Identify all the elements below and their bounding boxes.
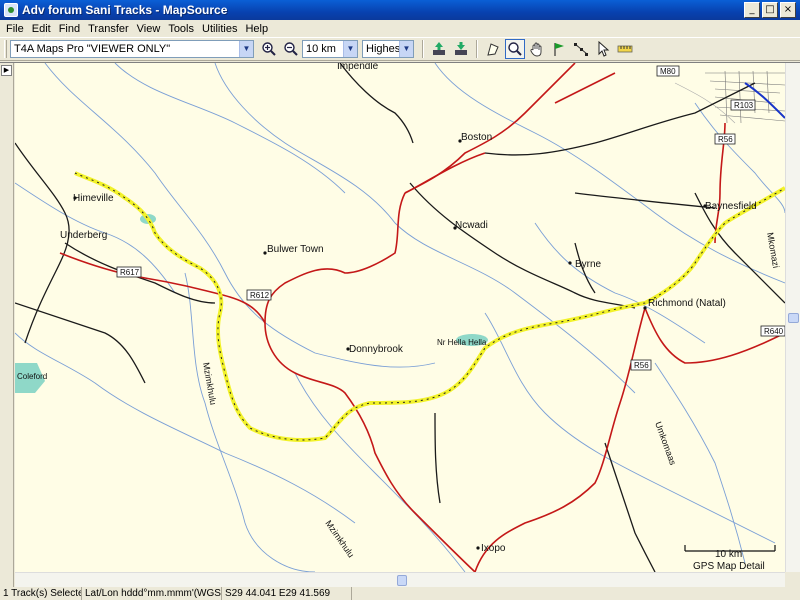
menu-bar: File Edit Find Transfer View Tools Utili… [0,20,800,37]
toolbar-separator [476,40,478,58]
mapsource-window: Adv forum Sani Tracks - MapSource _ □ × … [0,0,800,600]
measure-tool-icon[interactable] [615,39,635,59]
map-detail-label: GPS Map Detail [693,561,765,572]
place-label: Bulwer Town [267,244,324,255]
place-labels: Impendle Boston Himeville Underberg Bulw… [17,63,781,559]
place-label: Underberg [60,230,107,241]
waypoint-tool-icon[interactable] [549,39,569,59]
scale-bar: 10 km GPS Map Detail [684,545,776,572]
zoom-select[interactable]: 10 km ▼ [302,40,358,58]
place-label: Boston [461,132,492,143]
place-label: Ixopo [481,543,506,554]
map-svg[interactable]: Impendle Boston Himeville Underberg Bulw… [15,63,785,572]
chevron-down-icon[interactable]: ▼ [239,41,253,57]
toolbar: T4A Maps Pro "VIEWER ONLY" ▼ 10 km ▼ Hig… [0,37,800,61]
vertical-scroll-thumb[interactable] [788,313,799,323]
place-label: Byrne [575,259,602,270]
product-select[interactable]: T4A Maps Pro "VIEWER ONLY" ▼ [10,40,254,58]
road-shield: R640 [760,325,785,337]
map-canvas[interactable]: Impendle Boston Himeville Underberg Bulw… [15,63,785,572]
selection-tool-icon[interactable] [483,39,503,59]
horizontal-scrollbar[interactable] [15,572,785,587]
place-label: Mzimkhulu [323,518,356,559]
app-icon [4,3,18,17]
menu-help[interactable]: Help [241,23,272,35]
expand-panel-button[interactable]: ▶ [1,65,12,76]
zoom-tool-icon[interactable] [505,39,525,59]
scroll-corner [785,572,800,587]
place-label: Richmond (Natal) [648,298,726,309]
cursor-coordinates: S29 44.041 E29 41.569 [222,586,352,600]
maximize-button[interactable]: □ [762,2,778,18]
map-area: ▶ Impendle Boston Himeville Underberg Bu… [0,62,800,587]
road-shield: R612 [246,289,272,301]
main-roads [59,63,785,572]
road-shield: R103 [730,99,756,111]
svg-text:R640: R640 [764,327,784,336]
svg-text:M80: M80 [660,67,676,76]
position-format: Lat/Lon hddd°mm.mmm'(WGS 84) [82,586,222,600]
send-to-device-icon[interactable] [451,39,471,59]
menu-edit[interactable]: Edit [28,23,55,35]
menu-tools[interactable]: Tools [164,23,198,35]
horizontal-scroll-thumb[interactable] [397,575,407,586]
place-label: Himeville [73,193,114,204]
selection-status: 1 Track(s) Selected [0,586,82,600]
menu-utilities[interactable]: Utilities [198,23,241,35]
zoom-select-value: 10 km [306,43,336,55]
road-shield: R56 [714,133,736,145]
road-shield: M80 [656,65,680,77]
product-select-value: T4A Maps Pro "VIEWER ONLY" [14,43,171,55]
status-bar: 1 Track(s) Selected Lat/Lon hddd°mm.mmm'… [0,586,800,600]
menu-transfer[interactable]: Transfer [84,23,133,35]
road-shield: R617 [116,266,142,278]
urban-area [674,70,785,124]
place-label: Coleford [17,372,47,381]
svg-text:R56: R56 [634,361,649,370]
svg-text:R56: R56 [718,135,733,144]
left-panel-strip: ▶ [0,63,14,587]
place-label: Umkomaas [653,420,678,467]
detail-select[interactable]: Highest ▼ [362,40,414,58]
hand-tool-icon[interactable] [527,39,547,59]
road-shield: R56 [630,359,652,371]
toolbar-separator [422,40,424,58]
scale-label: 10 km [715,549,742,560]
place-label: Ncwadi [455,220,488,231]
zoom-in-icon[interactable] [259,39,279,59]
chevron-down-icon[interactable]: ▼ [343,41,357,57]
chevron-down-icon[interactable]: ▼ [399,41,413,57]
pointer-tool-icon[interactable] [593,39,613,59]
place-label: Nr Hella Hella [437,338,487,347]
menu-find[interactable]: Find [55,23,84,35]
place-label: Mkomazi [765,232,781,269]
vertical-scrollbar[interactable] [785,63,800,572]
minimize-button[interactable]: _ [744,2,760,18]
menu-file[interactable]: File [2,23,28,35]
detail-select-value: Highest [366,43,399,55]
title-bar[interactable]: Adv forum Sani Tracks - MapSource _ □ × [0,0,800,20]
place-label: Baynesfield [705,201,757,212]
close-button[interactable]: × [780,2,796,18]
place-label: Donnybrook [349,344,404,355]
window-controls: _ □ × [744,2,796,18]
status-filler [352,587,800,600]
svg-text:R617: R617 [120,268,140,277]
zoom-out-icon[interactable] [281,39,301,59]
window-title: Adv forum Sani Tracks - MapSource [22,3,228,17]
svg-text:R103: R103 [734,101,754,110]
menu-view[interactable]: View [133,23,165,35]
route-tool-icon[interactable] [571,39,591,59]
place-label: Impendle [337,63,379,72]
toolbar-grip[interactable] [4,40,7,58]
receive-from-device-icon[interactable] [429,39,449,59]
svg-text:R612: R612 [250,291,270,300]
